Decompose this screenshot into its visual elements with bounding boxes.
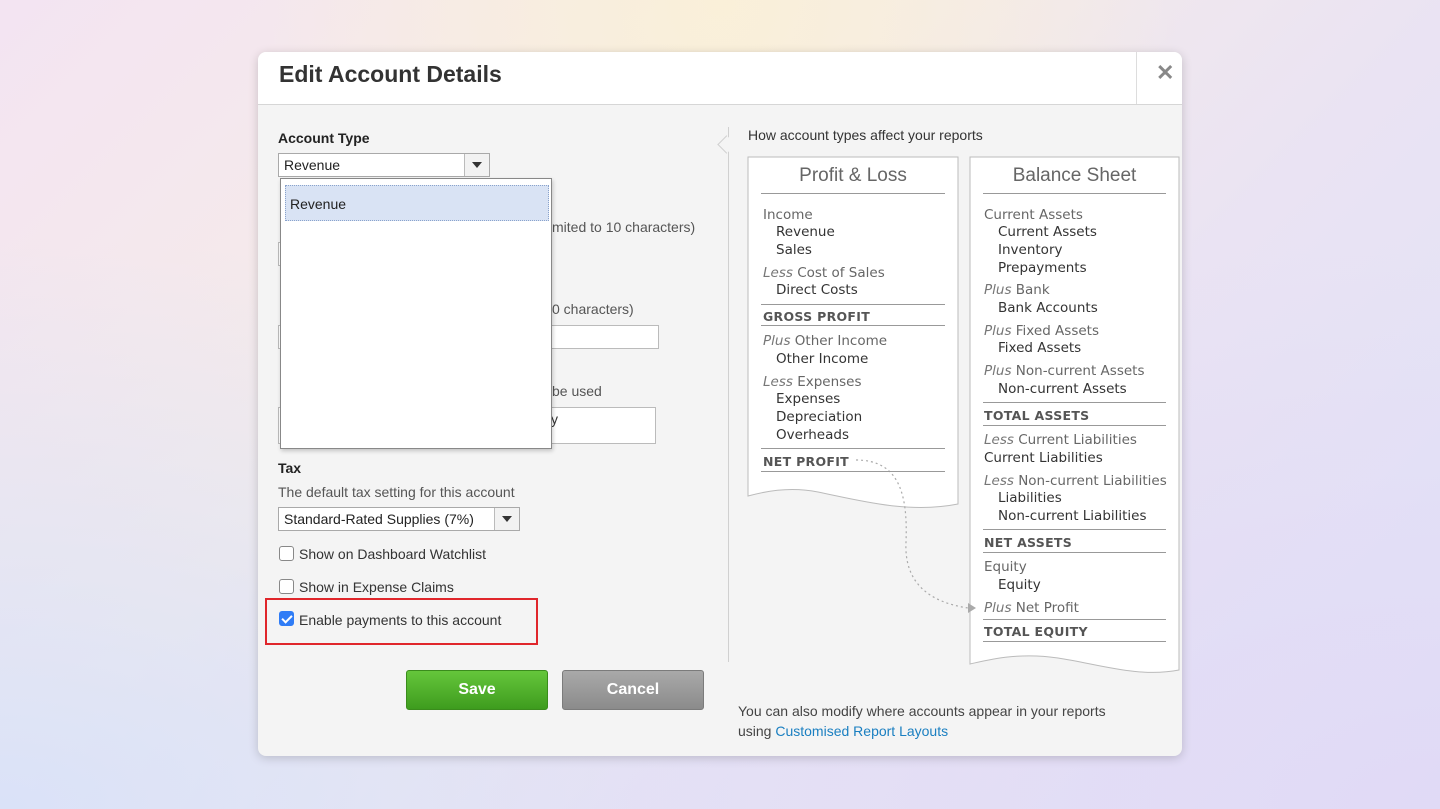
rule xyxy=(983,529,1166,530)
rule xyxy=(983,193,1166,194)
bs-noncurrent-liabilities-heading: Less Non-current Liabilities xyxy=(984,473,1167,489)
bs-noncurrent-liabilities-text: Non-current Liabilities xyxy=(1013,473,1167,489)
pl-income-heading: Income xyxy=(763,207,813,223)
bs-current-liabilities-text: Current Liabilities xyxy=(1013,432,1137,448)
bs-equity: Equity xyxy=(998,577,1041,593)
rule xyxy=(983,619,1166,620)
less-text: Less xyxy=(984,473,1014,489)
balance-sheet-report: Balance Sheet Current Assets Current Ass… xyxy=(970,157,1179,657)
rule xyxy=(983,641,1166,642)
bs-prepayments: Prepayments xyxy=(998,260,1087,276)
bs-liabilities: Liabilities xyxy=(998,490,1062,506)
plus-text: Plus xyxy=(763,333,791,349)
footer-note-prefix: using xyxy=(738,723,776,739)
pl-other-income: Other Income xyxy=(776,351,869,367)
bs-fixed-assets-heading: Plus Fixed Assets xyxy=(984,323,1099,339)
rule xyxy=(983,425,1166,426)
customised-report-layouts-link[interactable]: Customised Report Layouts xyxy=(775,723,948,739)
bs-current-assets: Current Assets xyxy=(998,224,1097,240)
pl-expenses-text: Expenses xyxy=(792,374,862,390)
rule xyxy=(761,304,945,305)
balance-sheet-title: Balance Sheet xyxy=(1012,165,1137,186)
rule xyxy=(761,471,945,472)
bs-bank-text: Bank xyxy=(1011,282,1050,298)
footer-note-line2: using Customised Report Layouts xyxy=(738,723,948,739)
pl-depreciation: Depreciation xyxy=(776,409,863,425)
bs-total-equity: TOTAL EQUITY xyxy=(984,624,1088,639)
bs-noncurrent-assets-heading: Plus Non-current Assets xyxy=(984,363,1145,379)
bs-net-profit-text: Net Profit xyxy=(1011,600,1079,616)
bs-total-assets: TOTAL ASSETS xyxy=(984,408,1090,423)
bs-current-liabilities-heading: Less Current Liabilities xyxy=(984,432,1137,448)
rule xyxy=(761,448,945,449)
bs-equity-heading: Equity xyxy=(984,559,1027,575)
pl-expenses-heading: Less Expenses xyxy=(763,374,862,390)
less-text: Less xyxy=(763,265,793,281)
less-text: Less xyxy=(763,374,793,390)
pl-expenses: Expenses xyxy=(776,391,841,407)
pl-other-income-heading: Plus Other Income xyxy=(763,333,887,349)
bs-noncurrent-assets: Non-current Assets xyxy=(998,381,1127,397)
pl-sales: Sales xyxy=(776,242,812,258)
pl-direct-costs: Direct Costs xyxy=(776,282,858,298)
profit-loss-title: Profit & Loss xyxy=(799,165,907,186)
pl-gross-profit: GROSS PROFIT xyxy=(763,309,871,324)
bs-current-liabilities: Current Liabilities xyxy=(984,450,1103,466)
bs-inventory: Inventory xyxy=(998,242,1063,258)
plus-text: Plus xyxy=(984,282,1012,298)
edit-account-dialog: Edit Account Details ✕ Account Type Reve… xyxy=(258,52,1182,756)
rule xyxy=(983,552,1166,553)
bs-fixed-assets: Fixed Assets xyxy=(998,340,1082,356)
bs-bank-heading: Plus Bank xyxy=(984,282,1050,298)
bs-noncurrent-liabilities: Non-current Liabilities xyxy=(998,508,1147,524)
pl-net-profit: NET PROFIT xyxy=(763,454,850,469)
pl-cost-of-sales-heading: Less Cost of Sales xyxy=(763,265,885,281)
bs-net-profit: Plus Net Profit xyxy=(984,600,1079,616)
rule xyxy=(761,325,945,326)
pl-other-income-text: Other Income xyxy=(790,333,888,349)
pl-revenue: Revenue xyxy=(776,224,835,240)
plus-text: Plus xyxy=(984,363,1012,379)
bs-fixed-assets-text: Fixed Assets xyxy=(1011,323,1099,339)
bs-current-assets-heading: Current Assets xyxy=(984,207,1083,223)
footer-note-line1: You can also modify where accounts appea… xyxy=(738,703,1106,719)
bs-bank-accounts: Bank Accounts xyxy=(998,300,1098,316)
pl-overheads: Overheads xyxy=(776,427,849,443)
less-text: Less xyxy=(984,432,1014,448)
plus-text: Plus xyxy=(984,323,1012,339)
plus-text: Plus xyxy=(984,600,1012,616)
bs-net-assets: NET ASSETS xyxy=(984,535,1073,550)
rule xyxy=(761,193,945,194)
bs-noncurrent-assets-text: Non-current Assets xyxy=(1011,363,1145,379)
profit-loss-report: Profit & Loss Income Revenue Sales Less … xyxy=(748,157,958,497)
pl-cost-of-sales-text: Cost of Sales xyxy=(792,265,885,281)
rule xyxy=(983,402,1166,403)
